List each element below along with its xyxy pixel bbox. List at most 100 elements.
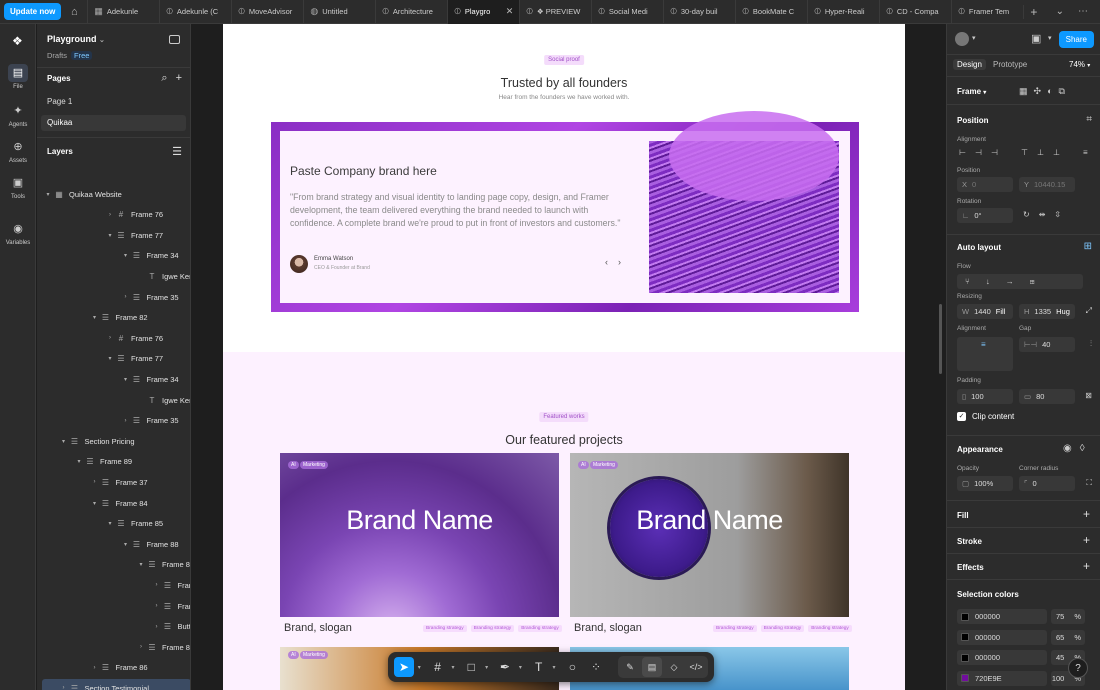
caret-down-icon[interactable]: ▾ xyxy=(121,376,131,383)
browser-tab[interactable]: ⦶ Hyper-Reali xyxy=(807,0,879,24)
drop-icon[interactable]: ◊ xyxy=(1080,443,1093,454)
frame-tool-icon[interactable]: # xyxy=(428,657,448,677)
color-swatch-row[interactable]: 000000 xyxy=(957,650,1047,666)
figma-logo-icon[interactable]: ❖ xyxy=(12,34,23,48)
caret-right-icon[interactable]: › xyxy=(152,624,162,630)
frame-type[interactable]: Frame ▾ xyxy=(957,87,986,96)
layer-row[interactable]: T Igwe Kenn xyxy=(37,391,190,409)
clip-content-toggle[interactable]: ✓ Clip content xyxy=(957,412,1014,421)
caret-right-icon[interactable]: › xyxy=(121,294,131,300)
browser-tab[interactable]: ◍ Untitled xyxy=(303,0,375,24)
layer-row[interactable]: ›☰ Fram xyxy=(37,597,191,615)
boolean-icon[interactable]: ⧉ xyxy=(1059,86,1071,96)
caret-down-icon[interactable]: ▾ xyxy=(136,561,146,568)
color-swatch-row[interactable]: 000000 xyxy=(957,629,1047,645)
layer-row[interactable]: › ☰ Butt xyxy=(37,618,191,636)
align-vertical-icons[interactable]: ⊤⊥⊥ xyxy=(1021,148,1069,157)
padding-vertical-input[interactable]: ▭ 80 xyxy=(1019,389,1075,404)
layer-row[interactable]: ›☰ Fram xyxy=(37,576,191,594)
caret-right-icon[interactable]: › xyxy=(90,665,100,671)
zoom-level[interactable]: 74% ▾ xyxy=(1069,60,1090,69)
opacity-input[interactable]: ▢ 100% xyxy=(957,476,1013,491)
pen-tool-icon[interactable]: ✒ xyxy=(495,657,515,677)
chevron-down-icon[interactable]: ▾ xyxy=(553,664,559,671)
browser-tab[interactable]: ⦶ Playgro ✕ xyxy=(447,0,520,24)
chevron-down-icon[interactable]: ▾ xyxy=(451,664,457,671)
actions-icon[interactable]: ⁘ xyxy=(586,657,606,677)
color-opacity-input[interactable]: 65% xyxy=(1051,629,1085,645)
color-swatch[interactable] xyxy=(961,612,969,621)
browser-tab[interactable]: ⦶ Framer Tem xyxy=(951,0,1023,24)
eye-icon[interactable]: ◉ xyxy=(1063,443,1080,454)
browser-tab[interactable]: ⦶ Adekunle (C xyxy=(159,0,231,24)
layer-row[interactable]: ▾ ☰ Frame 89 xyxy=(37,453,190,471)
caret-right-icon[interactable]: › xyxy=(105,212,115,218)
draw-mode-icon[interactable]: ✎ xyxy=(620,657,640,677)
gap-input[interactable]: ⊢⊣ 40 xyxy=(1019,337,1075,352)
layer-row[interactable]: › ☰ Frame 86 xyxy=(37,638,190,656)
chevron-down-icon[interactable]: ▾ xyxy=(418,664,424,671)
avatar[interactable] xyxy=(955,32,969,46)
add-effect-icon[interactable]: + xyxy=(1083,559,1090,573)
page-item[interactable]: Page 1 xyxy=(41,94,186,110)
individual-padding-icon[interactable]: ⊠ xyxy=(1085,391,1092,400)
caret-right-icon[interactable]: › xyxy=(121,418,131,424)
rotation-input[interactable]: ∟ 0° xyxy=(957,208,1013,223)
height-input[interactable]: H 1335 Hug xyxy=(1019,304,1075,319)
y-input[interactable]: Y 10440.15 xyxy=(1019,177,1075,192)
dev-mode-icon[interactable]: </> xyxy=(686,657,706,677)
layer-row[interactable]: › ☰ Frame 37 xyxy=(37,473,190,491)
layer-row[interactable]: › # Frame 76 xyxy=(37,329,190,347)
color-swatch-row[interactable]: 720E9E xyxy=(957,670,1047,686)
layer-row[interactable]: ▾ ☰ Frame 85 xyxy=(37,515,190,533)
color-opacity-input[interactable]: 75% xyxy=(1051,609,1085,624)
website-frame[interactable]: Social proof Trusted by all founders Hea… xyxy=(223,24,905,690)
present-icon[interactable]: ▣ xyxy=(1031,32,1041,45)
chevron-down-icon[interactable]: ⌄ xyxy=(1056,6,1064,17)
caret-down-icon[interactable]: ▾ xyxy=(105,232,115,239)
distribute-icon[interactable]: ≡ xyxy=(1083,148,1088,157)
grid-icon[interactable]: ▦ xyxy=(1019,86,1034,96)
chevron-down-icon[interactable]: ▾ xyxy=(972,34,976,42)
caret-right-icon[interactable]: › xyxy=(59,685,69,690)
caret-down-icon[interactable]: ▾ xyxy=(59,438,69,445)
component-mode-icon[interactable]: ◇ xyxy=(664,657,684,677)
browser-tab[interactable]: ⦶ CD - Compa xyxy=(879,0,951,24)
resize-icon[interactable]: ⤢ xyxy=(1086,306,1092,316)
project-card[interactable]: AI Marketing Brand Name xyxy=(570,453,849,617)
layer-row[interactable]: › ☰ Section Testimonial xyxy=(42,679,190,690)
corner-radius-input[interactable]: ⌜ 0 xyxy=(1019,476,1075,491)
scrollbar[interactable] xyxy=(939,304,942,374)
canvas[interactable]: Social proof Trusted by all founders Hea… xyxy=(192,24,944,690)
project-card[interactable]: AI Marketing Brand Name xyxy=(280,453,559,617)
design-mode-icon[interactable]: ▤ xyxy=(641,657,662,677)
chevron-down-icon[interactable]: ▾ xyxy=(1048,34,1052,42)
collapse-layers-icon[interactable]: ☰ xyxy=(172,145,182,158)
text-tool-icon[interactable]: T xyxy=(529,657,549,677)
caret-right-icon[interactable]: › xyxy=(90,479,100,485)
browser-tab[interactable]: ⦶ MoveAdvisor xyxy=(231,0,303,24)
layer-row[interactable]: › # Frame 76 xyxy=(37,206,190,224)
add-page-icon[interactable]: + xyxy=(176,72,182,85)
caret-right-icon[interactable]: › xyxy=(105,335,115,341)
layer-row[interactable]: ▾ ☰ Frame 88 xyxy=(37,535,190,553)
update-now-button[interactable]: Update now xyxy=(4,3,62,20)
caret-right-icon[interactable]: › xyxy=(152,582,162,588)
caret-down-icon[interactable]: ▾ xyxy=(105,520,115,527)
share-button[interactable]: Share xyxy=(1058,31,1094,48)
chevron-left-icon[interactable]: ‹ xyxy=(605,257,608,267)
caret-down-icon[interactable]: ▾ xyxy=(43,191,53,198)
x-input[interactable]: X0 xyxy=(957,177,1013,192)
caret-down-icon[interactable]: ▾ xyxy=(105,355,115,362)
help-button[interactable]: ? xyxy=(1068,658,1088,678)
color-swatch[interactable] xyxy=(961,633,969,642)
rail-agents[interactable]: ✦ Agents xyxy=(0,102,36,128)
padding-horizontal-input[interactable]: ▯ 100 xyxy=(957,389,1013,404)
layer-row[interactable]: ▾ ☰ Frame 82 xyxy=(37,309,190,327)
comment-tool-icon[interactable]: ○ xyxy=(562,657,582,677)
rail-variables[interactable]: ◉ Variables xyxy=(0,220,36,246)
layer-row[interactable]: ▾ ☰ Frame 77 xyxy=(37,226,190,244)
width-input[interactable]: W 1440 Fill xyxy=(957,304,1013,319)
layer-row[interactable]: ▾ ▦ Quikaa Website xyxy=(37,185,190,203)
independent-corners-icon[interactable]: ⛶ xyxy=(1086,478,1092,488)
